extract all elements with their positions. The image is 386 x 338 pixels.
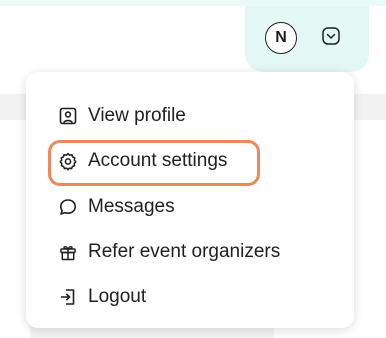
avatar[interactable]: N — [265, 22, 297, 54]
gift-icon — [58, 242, 78, 262]
menu-item-account-settings[interactable]: Account settings — [58, 145, 227, 177]
menu-item-view-profile[interactable]: View profile — [58, 100, 186, 132]
gear-icon — [58, 151, 78, 171]
account-dropdown-menu: View profile Account settings Messages R… — [26, 72, 354, 328]
logout-icon — [58, 287, 78, 307]
menu-item-messages[interactable]: Messages — [58, 191, 175, 223]
user-menu-trigger[interactable] — [245, 6, 369, 72]
chevron-down-icon[interactable] — [321, 26, 341, 46]
menu-item-label: Refer event organizers — [88, 241, 281, 262]
menu-item-label: View profile — [88, 105, 186, 126]
menu-item-logout[interactable]: Logout — [58, 281, 146, 313]
menu-item-label: Logout — [88, 286, 147, 307]
menu-item-label: Messages — [88, 196, 175, 217]
message-bubble-icon — [58, 197, 78, 217]
menu-item-label: Account settings — [88, 150, 228, 171]
user-square-icon — [58, 106, 78, 126]
menu-item-refer-event-organizers[interactable]: Refer event organizers — [58, 236, 280, 268]
